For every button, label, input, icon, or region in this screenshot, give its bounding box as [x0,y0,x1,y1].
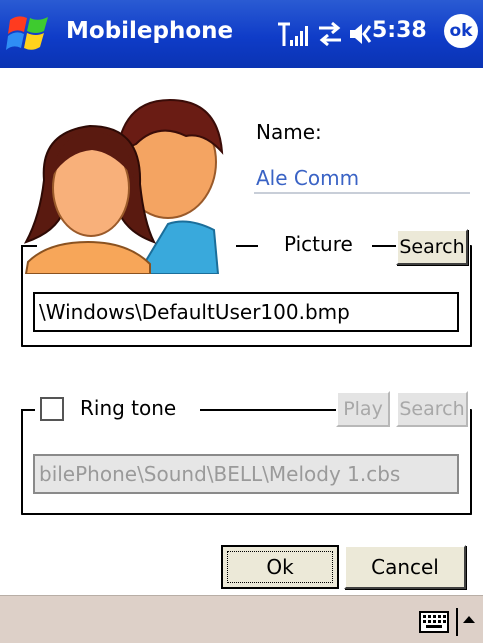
picture-group-top-mid [236,245,258,247]
picture-group-top-right [372,245,396,247]
menu-bar [0,595,483,643]
signal-strength-icon[interactable] [276,16,310,52]
ringtone-search-button[interactable]: Search [396,391,468,427]
sip-arrow-up-icon[interactable] [462,614,476,624]
start-flag-icon[interactable] [6,12,52,56]
picture-search-button[interactable]: Search [396,229,468,265]
ringtone-group-top-mid [200,409,336,411]
title-ok-button[interactable]: ok [444,14,478,48]
sip-separator [456,608,458,636]
app-title: Mobilephone [66,18,234,44]
ringtone-play-button[interactable]: Play [336,391,390,427]
title-bar: Mobilephone 5:38 ok [0,0,483,68]
picture-group-top-left [21,245,37,247]
cancel-button[interactable]: Cancel [344,545,466,589]
clock[interactable]: 5:38 [372,18,427,43]
speaker-icon[interactable] [348,16,372,52]
picture-label: Picture [284,232,353,256]
connectivity-icon[interactable] [315,16,345,52]
keyboard-icon[interactable] [419,611,449,633]
name-label: Name: [256,120,322,144]
ok-button[interactable]: Ok [221,545,339,589]
focus-rect [227,551,333,583]
ringtone-label: Ring tone [80,396,177,420]
ringtone-group-top-left [21,409,35,411]
ringtone-path-field[interactable]: bilePhone\Sound\BELL\Melody 1.cbs [33,454,459,494]
name-value[interactable]: Ale Comm [256,166,359,190]
name-underline [254,192,470,194]
ringtone-checkbox[interactable] [40,397,64,421]
picture-path-field[interactable]: \Windows\DefaultUser100.bmp [33,292,459,332]
